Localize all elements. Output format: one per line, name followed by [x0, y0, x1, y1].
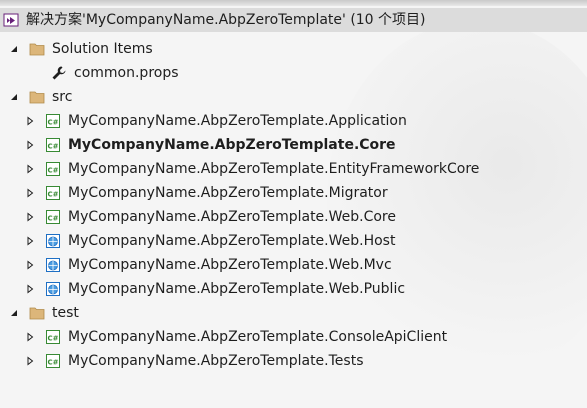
file-label: common.props: [74, 65, 179, 81]
folder-solution-items[interactable]: Solution Items: [0, 37, 587, 61]
project-web-public[interactable]: MyCompanyName.AbpZeroTemplate.Web.Public: [0, 277, 587, 301]
project-entity-framework-core[interactable]: C# MyCompanyName.AbpZeroTemplate.EntityF…: [0, 157, 587, 181]
solution-label: 解决方案'MyCompanyName.AbpZeroTemplate' (10 …: [26, 12, 426, 28]
folder-icon: [28, 88, 46, 106]
csharp-project-icon: C#: [44, 208, 62, 226]
file-common-props[interactable]: common.props: [0, 61, 587, 85]
project-label: MyCompanyName.AbpZeroTemplate.Tests: [68, 353, 364, 369]
project-label: MyCompanyName.AbpZeroTemplate.Web.Host: [68, 233, 396, 249]
collapsed-arrow-icon[interactable]: [22, 209, 38, 225]
project-console-api-client[interactable]: C# MyCompanyName.AbpZeroTemplate.Console…: [0, 325, 587, 349]
csharp-project-icon: C#: [44, 136, 62, 154]
csharp-project-icon: C#: [44, 352, 62, 370]
folder-icon: [28, 304, 46, 322]
collapsed-arrow-icon[interactable]: [22, 233, 38, 249]
folder-test[interactable]: test: [0, 301, 587, 325]
collapsed-arrow-icon[interactable]: [22, 161, 38, 177]
svg-text:C#: C#: [47, 143, 58, 151]
project-label: MyCompanyName.AbpZeroTemplate.Migrator: [68, 185, 388, 201]
collapsed-arrow-icon[interactable]: [22, 281, 38, 297]
folder-label: src: [52, 89, 73, 105]
project-web-host[interactable]: MyCompanyName.AbpZeroTemplate.Web.Host: [0, 229, 587, 253]
solution-root-node[interactable]: 解决方案'MyCompanyName.AbpZeroTemplate' (10 …: [0, 8, 587, 32]
project-application[interactable]: C# MyCompanyName.AbpZeroTemplate.Applica…: [0, 109, 587, 133]
expanded-arrow-icon[interactable]: [6, 41, 22, 57]
folder-label: Solution Items: [52, 41, 153, 57]
expanded-arrow-icon[interactable]: [6, 89, 22, 105]
wrench-icon: [50, 64, 68, 82]
project-label: MyCompanyName.AbpZeroTemplate.EntityFram…: [68, 161, 480, 177]
project-label: MyCompanyName.AbpZeroTemplate.Web.Public: [68, 281, 406, 297]
web-project-icon: [44, 256, 62, 274]
startup-project-label: MyCompanyName.AbpZeroTemplate.Core: [68, 137, 396, 153]
project-label: MyCompanyName.AbpZeroTemplate.Web.Mvc: [68, 257, 392, 273]
svg-text:C#: C#: [47, 119, 58, 127]
csharp-project-icon: C#: [44, 112, 62, 130]
collapsed-arrow-icon[interactable]: [22, 113, 38, 129]
project-web-core[interactable]: C# MyCompanyName.AbpZeroTemplate.Web.Cor…: [0, 205, 587, 229]
web-project-icon: [44, 232, 62, 250]
project-label: MyCompanyName.AbpZeroTemplate.Applicatio…: [68, 113, 407, 129]
collapsed-arrow-icon[interactable]: [22, 257, 38, 273]
collapsed-arrow-icon[interactable]: [22, 329, 38, 345]
web-project-icon: [44, 280, 62, 298]
expanded-arrow-icon[interactable]: [6, 305, 22, 321]
project-web-mvc[interactable]: MyCompanyName.AbpZeroTemplate.Web.Mvc: [0, 253, 587, 277]
svg-text:C#: C#: [47, 215, 58, 223]
collapsed-arrow-icon[interactable]: [22, 353, 38, 369]
toolbar-edge: [0, 0, 587, 6]
project-migrator[interactable]: C# MyCompanyName.AbpZeroTemplate.Migrato…: [0, 181, 587, 205]
svg-text:C#: C#: [47, 191, 58, 199]
csharp-project-icon: C#: [44, 160, 62, 178]
folder-label: test: [52, 305, 79, 321]
collapsed-arrow-icon[interactable]: [22, 185, 38, 201]
project-tests[interactable]: C# MyCompanyName.AbpZeroTemplate.Tests: [0, 349, 587, 373]
folder-src[interactable]: src: [0, 85, 587, 109]
project-label: MyCompanyName.AbpZeroTemplate.ConsoleApi…: [68, 329, 448, 345]
collapsed-arrow-icon[interactable]: [22, 137, 38, 153]
svg-text:C#: C#: [47, 335, 58, 343]
project-label: MyCompanyName.AbpZeroTemplate.Web.Core: [68, 209, 396, 225]
folder-icon: [28, 40, 46, 58]
visual-studio-solution-icon: [2, 11, 20, 29]
project-core[interactable]: C# MyCompanyName.AbpZeroTemplate.Core: [0, 133, 587, 157]
csharp-project-icon: C#: [44, 184, 62, 202]
svg-text:C#: C#: [47, 359, 58, 367]
csharp-project-icon: C#: [44, 328, 62, 346]
svg-text:C#: C#: [47, 167, 58, 175]
solution-explorer: 解决方案'MyCompanyName.AbpZeroTemplate' (10 …: [0, 0, 587, 408]
